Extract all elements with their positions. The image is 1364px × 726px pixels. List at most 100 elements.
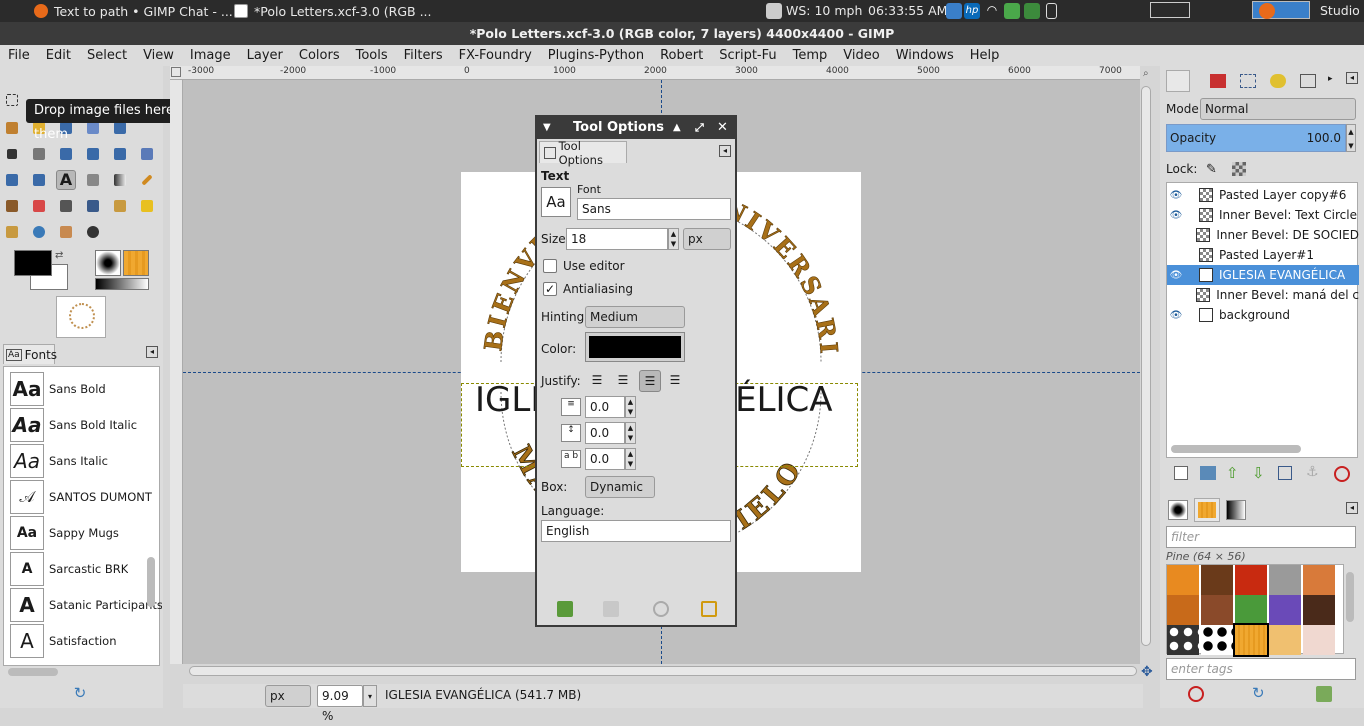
menu-help[interactable]: Help (962, 48, 1008, 63)
tab-fonts[interactable]: Aa Fonts (3, 344, 57, 364)
align-tool[interactable] (29, 144, 49, 164)
weather-text[interactable]: WS: 10 mph (786, 3, 862, 18)
indent-input[interactable]: 0.0 (585, 396, 625, 418)
tab-layers[interactable] (1166, 70, 1190, 92)
font-item[interactable]: Aa Sans Bold Italic (10, 407, 162, 443)
layer-row[interactable]: 👁 Pasted Layer copy#6 (1167, 185, 1359, 205)
menu-view[interactable]: View (135, 48, 182, 63)
tool-options-titlebar[interactable]: ▼ Tool Options ▲ ⤢ ✕ (537, 117, 735, 139)
menu-temp[interactable]: Temp (785, 48, 836, 63)
font-item[interactable]: Aa Sans Italic (10, 443, 162, 479)
delete-options-icon[interactable] (653, 601, 669, 617)
font-item[interactable]: Aa Sans Bold (10, 371, 162, 407)
pattern-swatch[interactable] (1167, 565, 1199, 595)
menu-robert[interactable]: Robert (652, 48, 711, 63)
heal-tool[interactable] (137, 196, 157, 216)
sync-icon[interactable] (1024, 3, 1040, 19)
refresh-fonts-icon[interactable]: ↻ (72, 684, 88, 702)
ink-tool[interactable] (83, 196, 103, 216)
antialiasing-checkbox[interactable]: ✓ (543, 282, 557, 296)
quick-mask-menu-icon[interactable] (171, 67, 181, 77)
tab-patterns[interactable] (1194, 498, 1220, 522)
pattern-scrollbar[interactable] (1346, 572, 1354, 622)
font-preview-button[interactable]: Aa (541, 187, 571, 217)
new-layer-group-icon[interactable] (1200, 466, 1216, 480)
text-tool[interactable]: A (56, 170, 76, 190)
font-item[interactable]: A Satisfaction (10, 623, 162, 659)
pattern-swatch[interactable] (1201, 595, 1233, 625)
update-icon[interactable] (1004, 3, 1020, 19)
open-pattern-icon[interactable] (1316, 686, 1332, 702)
tab-menu-icon[interactable]: ◂ (719, 145, 731, 157)
tab-undo[interactable] (1270, 74, 1286, 88)
menu-image[interactable]: Image (182, 48, 239, 63)
pattern-swatch[interactable] (1303, 565, 1335, 595)
pattern-swatch[interactable] (1303, 595, 1335, 625)
pattern-tags-input[interactable]: enter tags (1166, 658, 1356, 680)
paintbrush-tool[interactable] (2, 196, 22, 216)
pencil-tool[interactable] (137, 170, 157, 190)
menu-windows[interactable]: Windows (888, 48, 962, 63)
font-item[interactable]: A Sarcastic BRK (10, 551, 162, 587)
menu-layer[interactable]: Layer (239, 48, 291, 63)
justify-fill-icon[interactable]: ☰ (665, 370, 685, 390)
clone-tool[interactable] (110, 196, 130, 216)
blend-tool[interactable] (110, 170, 130, 190)
perspective-tool[interactable] (2, 170, 22, 190)
pattern-swatch[interactable] (1269, 625, 1301, 655)
menu-video[interactable]: Video (835, 48, 887, 63)
raise-layer-icon[interactable]: ⇧ (1226, 464, 1239, 482)
mode-select[interactable]: Normal (1200, 98, 1356, 120)
refresh-patterns-icon[interactable]: ↻ (1252, 684, 1265, 702)
duplicate-layer-icon[interactable] (1278, 466, 1292, 480)
layers-hscrollbar[interactable] (1171, 445, 1301, 453)
airbrush-tool[interactable] (56, 196, 76, 216)
smudge-tool[interactable] (56, 222, 76, 242)
size-unit-select[interactable]: px (683, 228, 731, 250)
pattern-swatch[interactable] (1235, 565, 1267, 595)
menu-select[interactable]: Select (79, 48, 135, 63)
restore-options-icon[interactable] (603, 601, 619, 617)
font-item[interactable]: 𝒜 SANTOS DUMONT (10, 479, 162, 515)
blur-tool[interactable] (29, 222, 49, 242)
bucket-fill-tool[interactable] (83, 170, 103, 190)
pattern-swatch[interactable] (1167, 595, 1199, 625)
navigate-icon[interactable]: ✥ (1141, 664, 1157, 680)
pattern-swatch[interactable] (1269, 595, 1301, 625)
pattern-filter-input[interactable]: filter (1166, 526, 1356, 548)
eraser-tool[interactable] (29, 196, 49, 216)
tab-paths[interactable] (1240, 74, 1256, 88)
pattern-swatch-selected[interactable] (1233, 623, 1269, 657)
opacity-spinner[interactable]: ▲ ▼ (1346, 124, 1356, 152)
font-item[interactable]: Aa Sappy Mugs (10, 515, 162, 551)
justify-center-icon[interactable]: ☰ (639, 370, 661, 392)
swap-colors-icon[interactable]: ⇄ (55, 250, 67, 261)
use-editor-checkbox[interactable] (543, 259, 557, 273)
layer-row[interactable]: Pasted Layer#1 (1167, 245, 1359, 265)
gradient-preview[interactable] (95, 278, 149, 290)
layer-row[interactable]: 👁 background (1167, 305, 1359, 325)
dialog-menu-icon[interactable]: ▼ (543, 117, 551, 139)
hinting-select[interactable]: Medium (585, 306, 685, 328)
letter-spacing-spinner[interactable]: ▲ ▼ (625, 448, 636, 470)
delete-pattern-icon[interactable] (1188, 686, 1204, 702)
tab-brushes[interactable] (1168, 500, 1188, 520)
canvas-hscrollbar[interactable] (189, 666, 1137, 676)
clock[interactable]: 06:33:55 AM (868, 3, 947, 18)
flip-tool[interactable] (29, 170, 49, 190)
studio-label[interactable]: Studio (1320, 3, 1360, 18)
pattern-swatch[interactable] (1303, 625, 1335, 655)
keyboard-icon[interactable] (946, 3, 962, 19)
zoom-input[interactable]: 9.09 % (317, 685, 363, 723)
brush-preview[interactable] (95, 250, 121, 276)
taskbar-item-gimp-image[interactable]: *Polo Letters.xcf-3.0 (RGB ... (228, 0, 437, 22)
perspective-clone-tool[interactable] (2, 222, 22, 242)
tab-tool-options[interactable]: Tool Options (539, 139, 627, 167)
zoom-toggle-icon[interactable]: ⌕ (1143, 68, 1155, 80)
menu-script-fu[interactable]: Script-Fu (711, 48, 784, 63)
dock-menu-icon[interactable]: ◂ (1346, 72, 1358, 84)
font-input[interactable]: Sans (577, 198, 731, 220)
battery-icon[interactable] (1046, 3, 1057, 19)
layer-row[interactable]: Inner Bevel: maná del c (1167, 285, 1359, 305)
taskbar-item-gimp-chat[interactable]: Text to path • GIMP Chat - ... (28, 0, 239, 22)
